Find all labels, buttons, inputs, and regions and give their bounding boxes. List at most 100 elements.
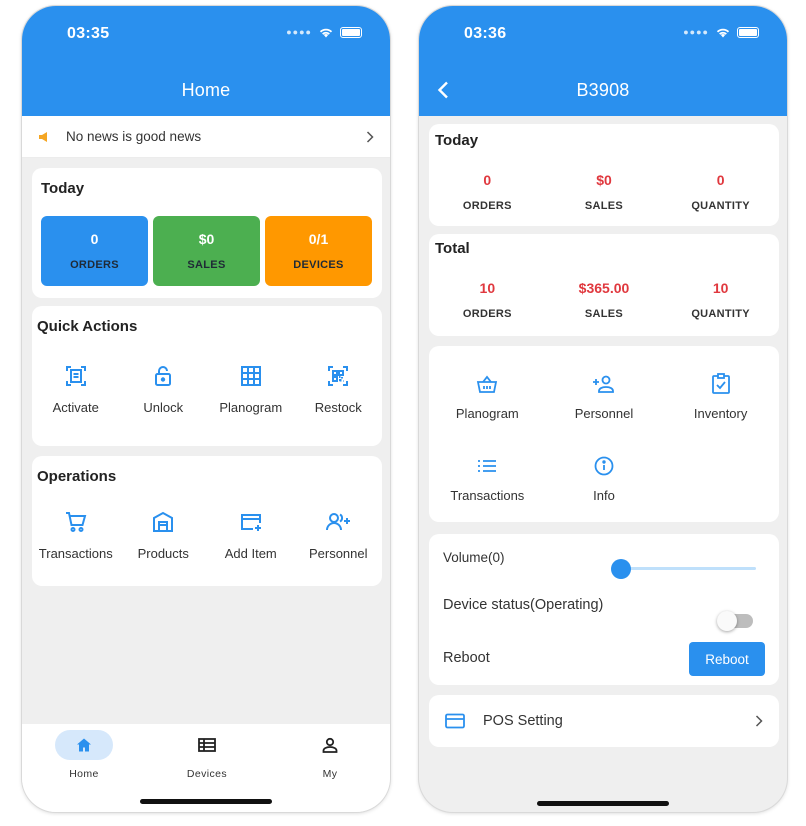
speaker-icon [39, 131, 47, 142]
status-bar: 03:35 ●●●● [22, 6, 390, 64]
inventory-action[interactable]: Inventory [662, 370, 779, 421]
battery-icon [737, 26, 759, 38]
transactions-label: Transactions [450, 488, 525, 503]
total-sales: $365.00 SALES [546, 280, 663, 320]
devices-label: DEVICES [293, 259, 344, 271]
planogram-action[interactable]: Planogram [429, 370, 546, 421]
today-card: Today 0 ORDERS $0 SALES 0/1 DEVICES [32, 168, 382, 298]
info-label: Info [593, 488, 615, 503]
operations-card: Operations Transactions Products Add Ite… [32, 456, 382, 586]
personnel-action[interactable]: Personnel [295, 508, 383, 561]
sales-value: $0 [198, 231, 215, 247]
home-indicator [537, 801, 669, 806]
tab-home-label: Home [69, 768, 99, 780]
info-icon [590, 452, 618, 480]
add-users-icon [324, 508, 352, 536]
pos-setting-row[interactable]: POS Setting [429, 695, 779, 747]
orders-stat[interactable]: 0 ORDERS [41, 216, 148, 286]
back-button[interactable] [437, 76, 463, 104]
activate-action[interactable]: Activate [32, 362, 120, 415]
lock-icon [149, 362, 177, 390]
sales-label: SALES [187, 259, 226, 271]
signal-icon: ●●●● [683, 27, 709, 37]
volume-slider[interactable] [620, 567, 756, 570]
basket-icon [473, 370, 501, 398]
today-sales: $0 SALES [546, 172, 663, 212]
clipboard-check-icon [707, 370, 735, 398]
products-action[interactable]: Products [120, 508, 208, 561]
battery-icon [340, 26, 362, 38]
info-action[interactable]: Info [546, 452, 663, 503]
today-title: Today [435, 132, 479, 149]
status-icons: ●●●● [286, 26, 362, 38]
planogram-label: Planogram [455, 406, 519, 421]
status-time: 03:35 [67, 25, 110, 42]
wifi-icon [319, 28, 333, 38]
inventory-label: Inventory [693, 406, 748, 421]
status-bar: 03:36 ●●●● [419, 6, 787, 64]
chevron-left-icon [437, 81, 448, 99]
total-title: Total [435, 240, 470, 257]
today-title: Today [41, 180, 85, 197]
planogram-action[interactable]: Planogram [207, 362, 295, 415]
transactions-action[interactable]: Transactions [429, 452, 546, 503]
add-item-label: Add Item [224, 546, 277, 561]
nav-bar: Home [22, 64, 390, 116]
orders-label: ORDERS [70, 259, 119, 271]
credit-card-icon [445, 713, 465, 729]
today-quantity-label: QUANTITY [691, 200, 750, 212]
today-orders-label: ORDERS [462, 200, 512, 212]
restock-label: Restock [314, 400, 362, 415]
status-icons: ●●●● [683, 26, 759, 38]
activate-icon [62, 362, 90, 390]
total-orders-label: ORDERS [462, 308, 512, 320]
today-card: Today 0 ORDERS $0 SALES 0 QUANTITY [429, 124, 779, 226]
news-banner[interactable]: No news is good news [22, 116, 390, 158]
unlock-action[interactable]: Unlock [120, 362, 208, 415]
store-icon [149, 508, 177, 536]
tab-home[interactable]: Home [34, 730, 134, 780]
add-item-action[interactable]: Add Item [207, 508, 295, 561]
wifi-icon [716, 28, 730, 38]
device-status-label: Device status(Operating) [443, 597, 604, 613]
personnel-action[interactable]: Personnel [546, 370, 663, 421]
person-icon [301, 730, 359, 760]
devices-value: 0/1 [308, 231, 329, 247]
devices-stat[interactable]: 0/1 DEVICES [265, 216, 372, 286]
today-sales-label: SALES [584, 200, 624, 212]
device-settings-card: Volume(0) Device status(Operating) Reboo… [429, 534, 779, 685]
activate-label: Activate [52, 400, 99, 415]
operations-title: Operations [37, 468, 117, 485]
quick-actions-title: Quick Actions [37, 318, 138, 335]
tab-devices-label: Devices [186, 768, 228, 780]
transactions-action[interactable]: Transactions [32, 508, 120, 561]
sales-stat[interactable]: $0 SALES [153, 216, 260, 286]
today-orders: 0 ORDERS [429, 172, 546, 212]
volume-row: Volume(0) [443, 550, 765, 565]
today-quantity-value: 0 [716, 172, 725, 188]
device-screen: 03:36 ●●●● B3908 Today 0 ORDERS $0 SALES… [419, 6, 787, 812]
device-status-toggle[interactable] [717, 611, 753, 631]
chevron-right-icon [755, 715, 763, 727]
reboot-button[interactable]: Reboot [689, 642, 765, 676]
products-label: Products [137, 546, 189, 561]
restock-action[interactable]: Restock [295, 362, 383, 415]
add-person-icon [590, 370, 618, 398]
total-orders: 10 ORDERS [429, 280, 546, 320]
tab-devices[interactable]: Devices [157, 730, 257, 780]
total-card: Total 10 ORDERS $365.00 SALES 10 QUANTIT… [429, 234, 779, 336]
total-sales-value: $365.00 [578, 280, 630, 296]
volume-label: Volume(0) [443, 550, 505, 565]
total-quantity-value: 10 [712, 280, 729, 296]
total-quantity: 10 QUANTITY [662, 280, 779, 320]
cart-icon [62, 508, 90, 536]
today-orders-value: 0 [483, 172, 492, 188]
volume-slider-knob[interactable] [611, 559, 631, 579]
today-quantity: 0 QUANTITY [662, 172, 779, 212]
tab-my[interactable]: My [280, 730, 380, 780]
list-icon [473, 452, 501, 480]
news-text: No news is good news [66, 129, 202, 144]
home-indicator [140, 799, 272, 804]
device-status-row: Device status(Operating) [443, 597, 765, 613]
signal-icon: ●●●● [286, 27, 312, 37]
